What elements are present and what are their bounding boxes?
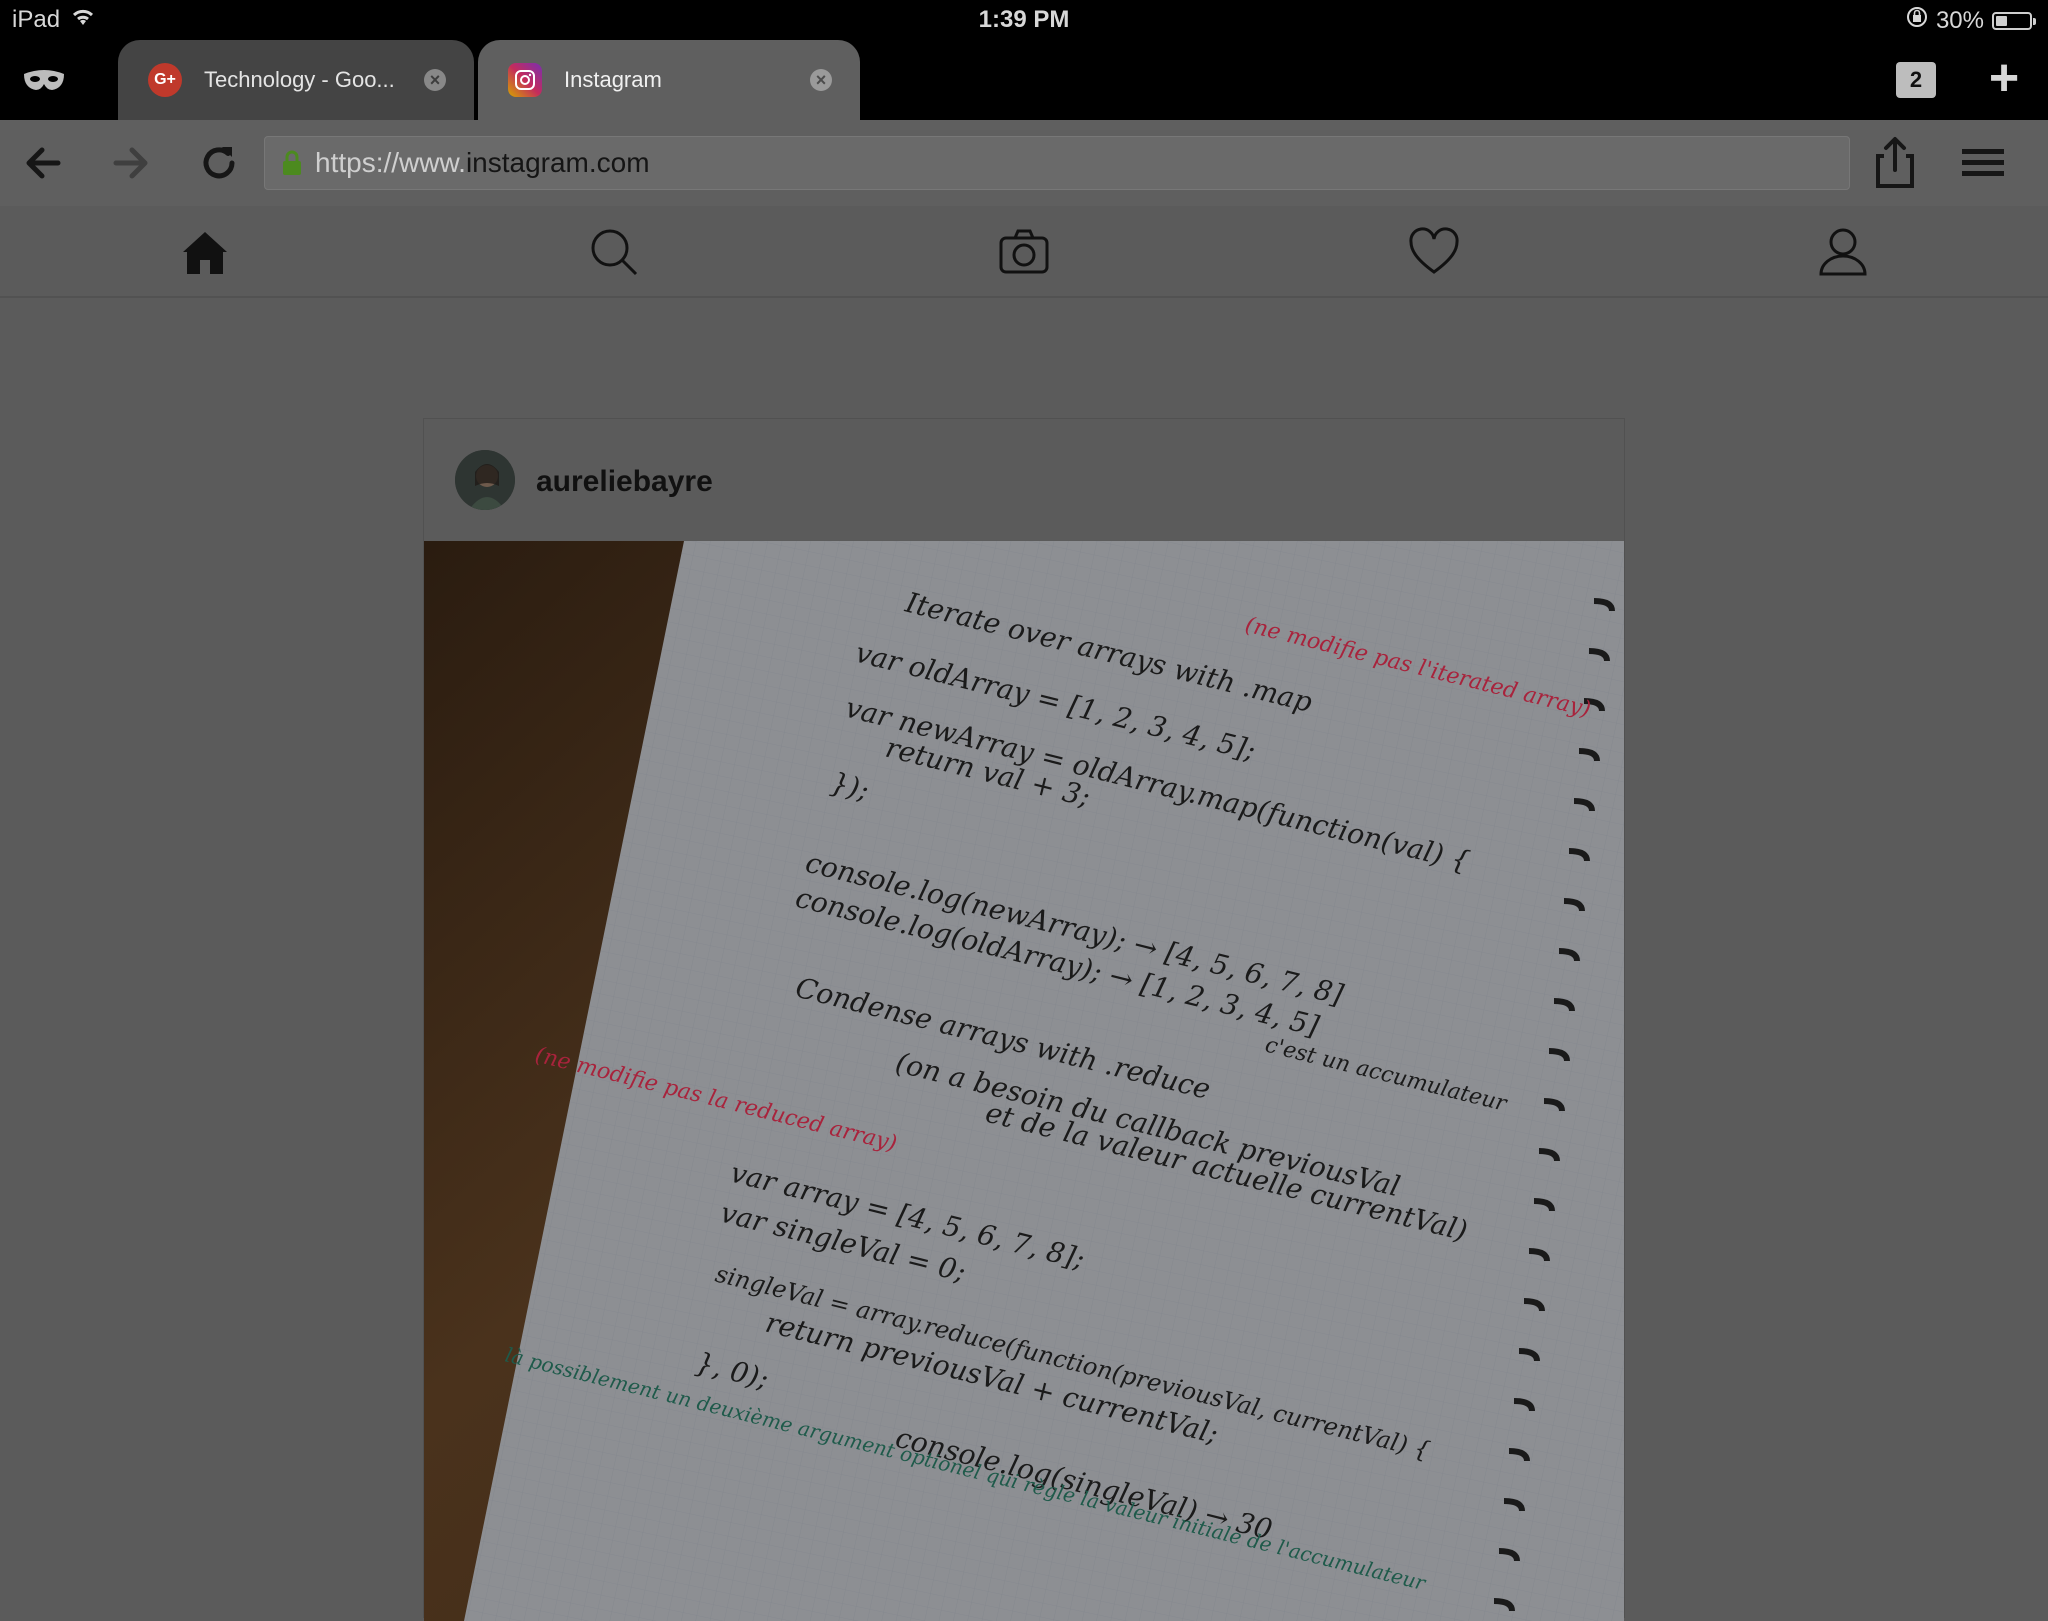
close-tab-icon[interactable]: × <box>424 69 446 91</box>
instagram-nav <box>0 206 2048 298</box>
post-image[interactable]: Iterate over arrays with .map var oldArr… <box>424 541 1624 1621</box>
reload-button[interactable] <box>194 138 244 188</box>
post-username[interactable]: aureliebayre <box>536 465 713 499</box>
rotation-lock-icon <box>1906 6 1928 35</box>
battery-icon <box>1992 11 2036 30</box>
tab-bar: G+ Technology - Goo... × Instagram × 2 + <box>0 40 2048 120</box>
close-tab-icon[interactable]: × <box>810 69 832 91</box>
profile-icon[interactable] <box>1817 226 1869 278</box>
url-text: https://www.instagram.com <box>315 147 650 178</box>
avatar[interactable] <box>455 450 515 510</box>
private-mask-icon[interactable] <box>22 60 66 100</box>
lock-icon <box>281 150 303 176</box>
post-card: aureliebayre Iterate over arrays with .m… <box>423 418 1625 1621</box>
clock: 1:39 PM <box>978 6 1070 33</box>
battery-percent: 30% <box>1935 6 1984 34</box>
back-button[interactable] <box>18 138 68 188</box>
post-header: aureliebayre <box>424 419 1624 542</box>
menu-icon[interactable] <box>1958 138 2008 188</box>
tab-title: Instagram <box>564 67 662 92</box>
address-bar[interactable]: https://www.instagram.com <box>264 136 1850 190</box>
instagram-icon <box>508 63 542 97</box>
new-tab-button[interactable]: + <box>1982 52 2026 104</box>
share-button[interactable] <box>1870 134 1920 188</box>
tab-instagram[interactable]: Instagram × <box>478 40 860 120</box>
tab-title: Technology - Goo... <box>204 67 395 92</box>
search-icon[interactable] <box>588 226 640 278</box>
heart-icon[interactable] <box>1408 226 1460 278</box>
browser-toolbar: https://www.instagram.com <box>0 120 2048 206</box>
tab-count-button[interactable]: 2 <box>1896 62 1936 98</box>
camera-icon[interactable] <box>998 226 1050 278</box>
tab-technology[interactable]: G+ Technology - Goo... × <box>118 40 474 120</box>
home-icon[interactable] <box>179 226 231 278</box>
status-bar: iPad 1:39 PM 30% <box>0 0 2048 40</box>
forward-button[interactable] <box>106 138 156 188</box>
google-plus-icon: G+ <box>148 63 182 97</box>
